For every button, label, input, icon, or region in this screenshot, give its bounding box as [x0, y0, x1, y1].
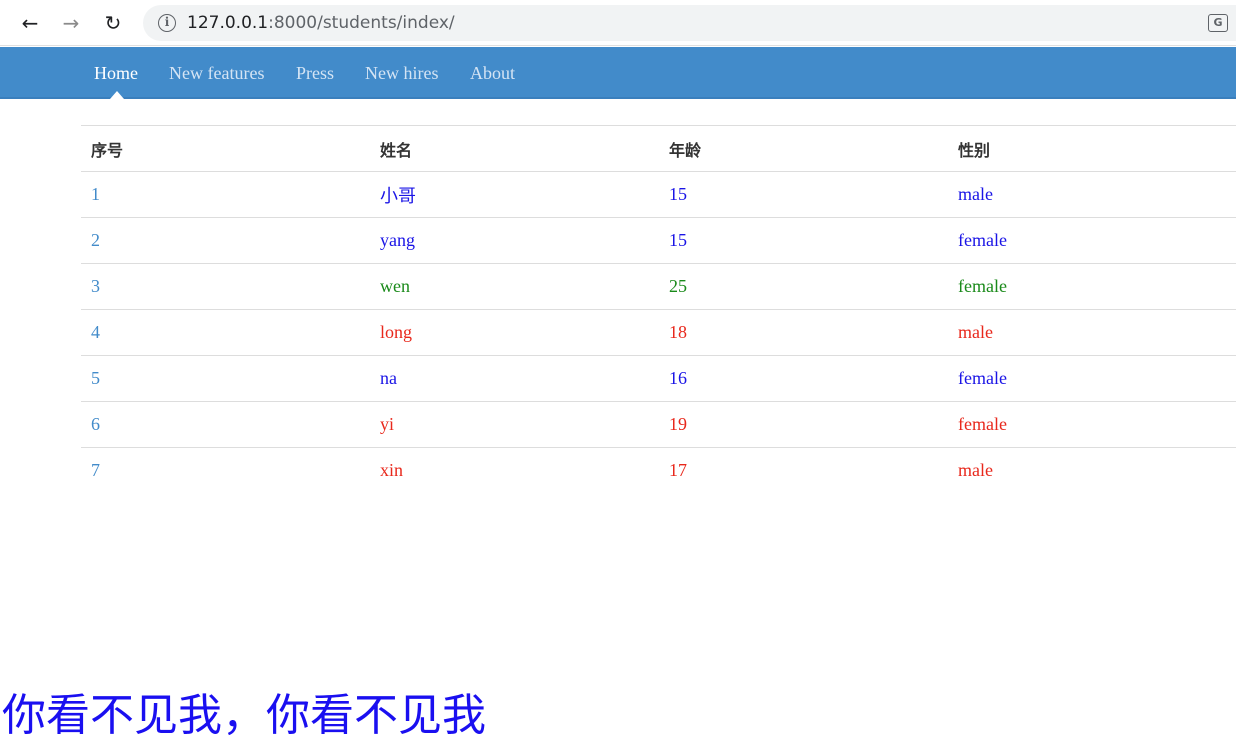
- nav-about[interactable]: About: [470, 62, 515, 84]
- cell-index: 1: [81, 171, 370, 218]
- cell-index: 3: [81, 263, 370, 310]
- top-navbar: Home New features Press New hires About: [0, 47, 1236, 99]
- cell-age: 17: [659, 447, 948, 494]
- cell-age: 25: [659, 263, 948, 310]
- url-host: 127.0.0.1: [187, 13, 269, 33]
- back-arrow-icon[interactable]: ←: [15, 8, 45, 38]
- nav-new-hires[interactable]: New hires: [365, 62, 438, 84]
- column-header-gender: 性别: [948, 125, 1236, 172]
- cell-gender: male: [948, 309, 1236, 356]
- cell-gender: male: [948, 171, 1236, 218]
- cell-gender: female: [948, 355, 1236, 402]
- address-bar[interactable]: i 127.0.0.1:8000/students/index/ G: [143, 5, 1236, 41]
- table-row: 6 yi 19 female: [81, 401, 1236, 448]
- cell-age: 18: [659, 309, 948, 356]
- column-header-name: 姓名: [370, 125, 659, 172]
- table-row: 3 wen 25 female: [81, 263, 1236, 310]
- cell-age: 19: [659, 401, 948, 448]
- cell-gender: female: [948, 217, 1236, 264]
- nav-home[interactable]: Home: [94, 62, 138, 84]
- nav-new-features[interactable]: New features: [169, 62, 264, 84]
- column-header-age: 年龄: [659, 125, 948, 172]
- url-path: :8000/students/index/: [268, 13, 455, 33]
- table-row: 1 小哥 15 male: [81, 171, 1236, 218]
- cell-age: 15: [659, 217, 948, 264]
- cell-age: 16: [659, 355, 948, 402]
- cell-name: xin: [370, 447, 659, 494]
- cell-name: wen: [370, 263, 659, 310]
- table-row: 7 xin 17 male: [81, 447, 1236, 494]
- cell-index: 4: [81, 309, 370, 356]
- hidden-message-text: 你看不见我，你看不见我: [2, 690, 486, 741]
- translate-icon[interactable]: G: [1208, 14, 1228, 32]
- browser-toolbar: ← → ↻ i 127.0.0.1:8000/students/index/ G: [0, 0, 1236, 46]
- nav-press[interactable]: Press: [296, 62, 334, 84]
- cell-gender: female: [948, 401, 1236, 448]
- cell-gender: female: [948, 263, 1236, 310]
- cell-name: yi: [370, 401, 659, 448]
- reload-icon[interactable]: ↻: [98, 8, 128, 38]
- cell-index: 2: [81, 217, 370, 264]
- table-row: 2 yang 15 female: [81, 217, 1236, 264]
- cell-name: long: [370, 309, 659, 356]
- students-table: 序号 姓名 年龄 性别 1 小哥 15 male 2 yang 15 femal…: [81, 125, 1236, 494]
- cell-index: 7: [81, 447, 370, 494]
- cell-gender: male: [948, 447, 1236, 494]
- cell-index: 5: [81, 355, 370, 402]
- column-header-index: 序号: [81, 125, 370, 172]
- cell-name: na: [370, 355, 659, 402]
- table-row: 5 na 16 female: [81, 355, 1236, 402]
- active-nav-caret-icon: [110, 91, 124, 99]
- cell-name: 小哥: [370, 171, 659, 218]
- site-info-icon[interactable]: i: [158, 14, 176, 32]
- url-text[interactable]: 127.0.0.1:8000/students/index/: [187, 12, 455, 34]
- forward-arrow-icon[interactable]: →: [56, 8, 86, 38]
- cell-age: 15: [659, 171, 948, 218]
- table-header-row: 序号 姓名 年龄 性别: [81, 125, 1236, 172]
- cell-name: yang: [370, 217, 659, 264]
- cell-index: 6: [81, 401, 370, 448]
- table-row: 4 long 18 male: [81, 309, 1236, 356]
